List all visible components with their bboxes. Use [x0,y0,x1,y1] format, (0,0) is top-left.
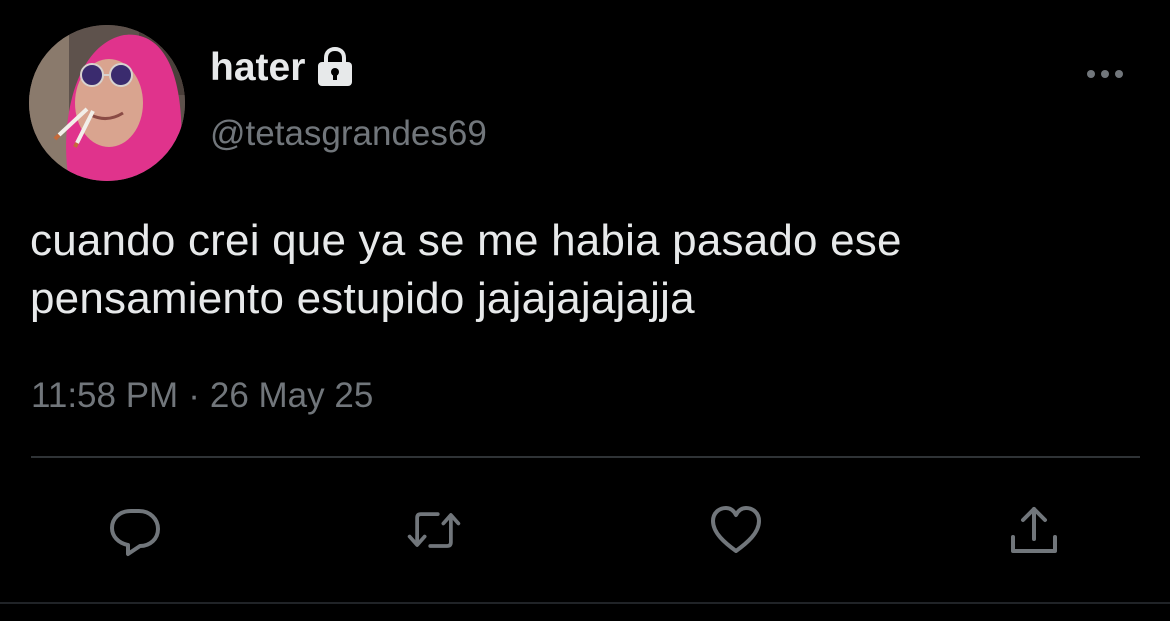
share-button[interactable] [1004,500,1064,560]
comment-icon [110,509,160,556]
tweet-time[interactable]: 11:58 PM [31,376,178,415]
reply-button[interactable] [105,500,165,560]
tweet-date[interactable]: 26 May 25 [210,376,373,415]
bottom-divider [0,602,1170,604]
heart-icon [711,506,761,553]
user-handle[interactable]: @tetasgrandes69 [210,112,487,156]
share-icon [1011,507,1057,553]
display-name-text[interactable]: hater [210,44,305,92]
tweet-text-line: pensamiento estupido jajajajajajja [30,274,695,323]
avatar-image [29,25,185,181]
tweet-timestamp[interactable]: 11:58 PM · 26 May 25 [31,374,373,418]
tweet-card: hater @tetasgrandes69 cuando crei que ya… [0,0,1170,621]
more-horizontal-icon[interactable] [1082,62,1128,86]
like-button[interactable] [706,500,766,560]
tweet-text: cuando crei que ya se me habia pasado es… [30,212,1150,328]
lock-icon [313,46,357,89]
tweet-text-line: cuando crei que ya se me habia pasado es… [30,216,902,265]
display-name[interactable]: hater [210,44,357,92]
timestamp-separator: · [188,376,200,415]
retweet-icon [407,512,461,548]
retweet-button[interactable] [404,500,464,560]
divider [31,456,1140,458]
avatar[interactable] [29,25,185,181]
